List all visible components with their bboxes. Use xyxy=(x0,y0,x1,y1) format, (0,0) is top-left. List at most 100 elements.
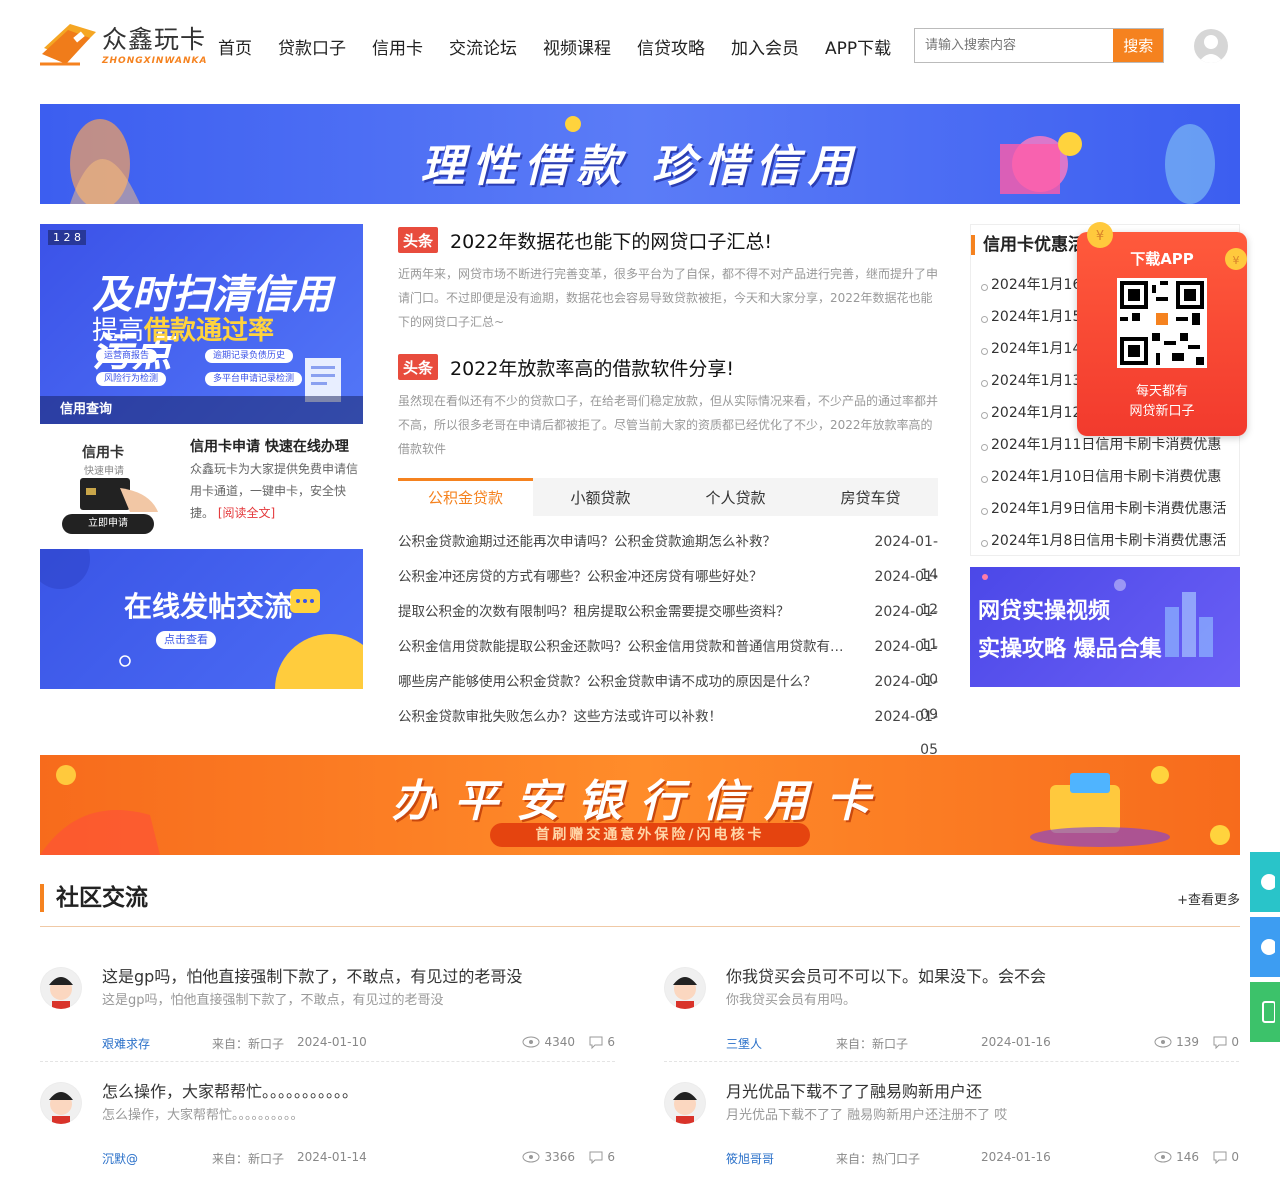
nav-video-courses[interactable]: 视频课程 xyxy=(543,34,611,59)
video-banner-line2: 实操攻略 爆品合集 xyxy=(978,637,1162,662)
community-post[interactable]: 这是gp吗，怕他直接强制下款了，不敢点，有见过的老哥没 这是gp吗，怕他直接强制… xyxy=(40,967,615,1077)
news-date: 2024-01-12 xyxy=(874,569,938,618)
bank-card-icon xyxy=(80,478,158,512)
tab-small-loan[interactable]: 小额贷款 xyxy=(533,478,668,516)
eye-icon xyxy=(522,1151,540,1163)
post-views: 4340 xyxy=(522,1035,575,1049)
news-title[interactable]: 公积金冲还房贷的方式有哪些？公积金冲还房贷有哪些好处？ xyxy=(398,561,846,596)
avatar[interactable] xyxy=(40,1082,82,1124)
news-title[interactable]: 公积金贷款逾期过还能再次申请吗？公积金贷款逾期怎么补救？ xyxy=(398,526,846,561)
headline-title[interactable]: 2022年放款率高的借款软件分享! xyxy=(450,354,734,381)
news-row[interactable]: 公积金贷款审批失败怎么办？这些方法或许可以补救！ 2024-01-05 xyxy=(398,701,938,758)
divider xyxy=(40,1061,615,1062)
nav-membership[interactable]: 加入会员 xyxy=(731,34,799,59)
nav-loans[interactable]: 贷款口子 xyxy=(278,34,346,59)
news-date: 2024-01-14 xyxy=(874,534,938,583)
tab-mortgage-car-loan[interactable]: 房贷车贷 xyxy=(803,478,938,516)
slider-pager[interactable]: 1 2 8 xyxy=(48,230,86,245)
news-title[interactable]: 哪些房产能够使用公积金贷款？公积金贷款申请不成功的原因是什么？ xyxy=(398,666,846,701)
nav-forum[interactable]: 交流论坛 xyxy=(449,34,517,59)
floating-side-tools xyxy=(1250,852,1280,1047)
news-list: 公积金贷款逾期过还能再次申请吗？公积金贷款逾期怎么补救？ 2024-01-14 公… xyxy=(398,526,938,758)
user-avatar-icon[interactable] xyxy=(1194,29,1228,63)
eye-icon xyxy=(1154,1151,1172,1163)
banner-ping-an-credit-card[interactable]: 办平安银行信用卡 首刷赠交通意外保险/闪电核卡 xyxy=(40,755,1240,855)
mobile-app-icon[interactable] xyxy=(1250,982,1280,1042)
post-date: 2024-01-10 xyxy=(297,1035,367,1049)
news-date: 2024-01-10 xyxy=(874,639,938,688)
post-views: 139 xyxy=(1154,1035,1199,1049)
nav-credit-guide[interactable]: 信贷攻略 xyxy=(637,34,705,59)
post-author[interactable]: 筱旭哥哥 xyxy=(726,1150,774,1167)
promo-item[interactable]: 2024年1月9日信用卡刷卡消费优惠活 xyxy=(981,493,1236,525)
community-more-link[interactable]: +查看更多 xyxy=(1177,889,1240,908)
post-views: 146 xyxy=(1154,1150,1199,1164)
news-row[interactable]: 哪些房产能够使用公积金贷款？公积金贷款申请不成功的原因是什么？ 2024-01-0… xyxy=(398,666,938,723)
post-author[interactable]: 沉默@ xyxy=(102,1150,138,1167)
headline-title[interactable]: 2022年数据花也能下的网贷口子汇总! xyxy=(450,227,772,254)
nav-credit-card[interactable]: 信用卡 xyxy=(372,34,423,59)
site-logo[interactable]: 众鑫玩卡 ZHONGXINWANKA xyxy=(40,16,210,72)
post-author[interactable]: 艰难求存 xyxy=(102,1035,150,1052)
avatar[interactable] xyxy=(664,1082,706,1124)
news-date: 2024-01-11 xyxy=(874,604,938,653)
slider-tag: 多平台申请记录检测 xyxy=(205,372,303,386)
post-date: 2024-01-14 xyxy=(297,1150,367,1164)
news-row[interactable]: 公积金信用贷款能提取公积金还款吗？公积金信用贷款和普通信用贷款有什么区别？ 202… xyxy=(398,631,938,688)
forum-post-banner[interactable]: 在线发帖交流 点击查看 xyxy=(40,549,363,689)
logo-card-icon xyxy=(40,24,96,66)
news-date: 2024-01-05 xyxy=(874,709,938,758)
coin-icon: ¥ xyxy=(1087,222,1113,248)
video-banner-line1: 网贷实操视频 xyxy=(978,599,1111,624)
post-title[interactable]: 怎么操作，大家帮帮忙。。。。。。。。。。。 xyxy=(102,1078,358,1102)
community-post[interactable]: 你我贷买会员可不可以下。如果没下。会不会 你我贷买会员有用吗。 三堡人 来自：新… xyxy=(664,967,1239,1077)
promo-item[interactable]: 2024年1月8日信用卡刷卡消费优惠活 xyxy=(981,525,1236,557)
credit-check-slider[interactable]: 1 2 8 及时扫清信用污点 提高借款通过率 运营商报告 逾期记录负债历史 风险… xyxy=(40,224,363,424)
banner-mid-title: 办平安银行信用卡 xyxy=(392,776,888,827)
forum-banner-button[interactable]: 点击查看 xyxy=(156,631,216,649)
banner-slogan: 理性借款 珍惜信用 xyxy=(420,141,860,192)
news-title[interactable]: 提取公积金的次数有限制吗？租房提取公积金需要提交哪些资料？ xyxy=(398,596,846,631)
tab-provident-fund-loan[interactable]: 公积金贷款 xyxy=(398,478,533,516)
post-comments: 6 xyxy=(589,1150,615,1164)
slider-tag: 逾期记录负债历史 xyxy=(205,349,294,363)
community-post[interactable]: 怎么操作，大家帮帮忙。。。。。。。。。。。 怎么操作，大家帮帮忙。。。。。。。。… xyxy=(40,1082,615,1192)
headline-tag: 头条 xyxy=(398,354,438,380)
post-source: 来自：新口子 xyxy=(212,1037,285,1051)
svg-text:¥: ¥ xyxy=(1096,229,1104,244)
comment-icon xyxy=(1213,1151,1227,1164)
promo-item[interactable]: 2024年1月10日信用卡刷卡消费优惠 xyxy=(981,461,1236,493)
news-row[interactable]: 公积金冲还房贷的方式有哪些？公积金冲还房贷有哪些好处？ 2024-01-12 xyxy=(398,561,938,618)
banner-rational-borrowing[interactable]: 理性借款 珍惜信用 xyxy=(40,104,1240,204)
search-input[interactable] xyxy=(915,29,1114,62)
nav-app-download[interactable]: APP下载 xyxy=(825,34,891,59)
nav-home[interactable]: 首页 xyxy=(218,34,252,59)
post-date: 2024-01-16 xyxy=(981,1035,1051,1049)
customer-service-icon[interactable] xyxy=(1250,852,1280,912)
eye-icon xyxy=(522,1036,540,1048)
read-more-link[interactable]: [阅读全文] xyxy=(218,506,275,520)
news-row[interactable]: 公积金贷款逾期过还能再次申请吗？公积金贷款逾期怎么补救？ 2024-01-14 xyxy=(398,526,938,583)
video-tutorial-banner[interactable]: 网贷实操视频 实操攻略 爆品合集 xyxy=(970,567,1240,687)
post-author[interactable]: 三堡人 xyxy=(726,1035,762,1052)
slider-tag: 运营商报告 xyxy=(96,349,158,363)
search-button[interactable]: 搜索 xyxy=(1113,29,1163,62)
tab-personal-loan[interactable]: 个人贷款 xyxy=(668,478,803,516)
download-app-popup[interactable]: ¥ ¥ 下载APP 每天都有 网贷新口子 xyxy=(1077,222,1247,436)
apply-now-button[interactable]: 立即申请 xyxy=(62,514,154,534)
news-title[interactable]: 公积金贷款审批失败怎么办？这些方法或许可以补救！ xyxy=(398,701,846,736)
post-title[interactable]: 这是gp吗，怕他直接强制下款了，不敢点，有见过的老哥没 xyxy=(102,963,522,987)
avatar[interactable] xyxy=(664,967,706,1009)
post-title[interactable]: 你我贷买会员可不可以下。如果没下。会不会 xyxy=(726,963,1046,987)
news-row[interactable]: 提取公积金的次数有限制吗？租房提取公积金需要提交哪些资料？ 2024-01-11 xyxy=(398,596,938,653)
news-title[interactable]: 公积金信用贷款能提取公积金还款吗？公积金信用贷款和普通信用贷款有什么区别？ xyxy=(398,631,846,666)
card-block-desc: 众鑫玩卡为大家提供免费申请信用卡通道，一键申卡，安全快捷。 [阅读全文] xyxy=(190,462,359,520)
loan-tabs: 公积金贷款 小额贷款 个人贷款 房贷车贷 xyxy=(398,478,938,516)
avatar[interactable] xyxy=(40,967,82,1009)
post-title[interactable]: 月光优品下载不了了融易购新用户还 xyxy=(726,1078,982,1102)
banner-decoration xyxy=(982,574,1213,657)
credit-card-image[interactable]: 信用卡 快速申请 立即申请 xyxy=(60,438,190,538)
card-block-title[interactable]: 信用卡申请 快速在线办理 xyxy=(190,436,349,456)
community-post[interactable]: 月光优品下载不了了融易购新用户还 月光优品下载不了了 融易购新用户还注册不了 哎… xyxy=(664,1082,1239,1192)
chat-icon[interactable] xyxy=(1250,917,1280,977)
